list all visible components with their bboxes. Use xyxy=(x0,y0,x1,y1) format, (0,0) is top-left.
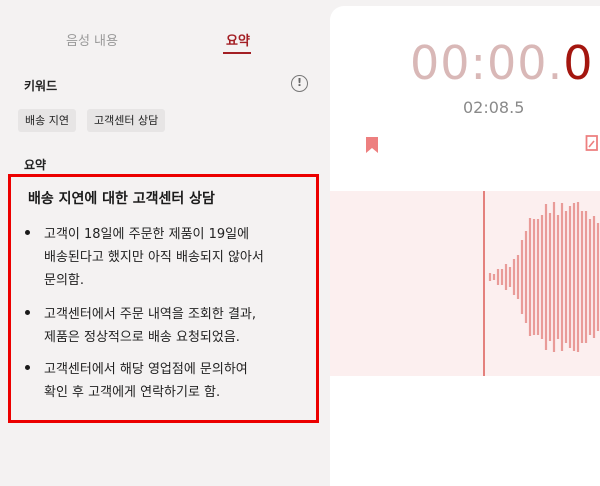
summary-highlight-box: 배송 지연에 대한 고객센터 상담 고객이 18일에 주문한 제품이 19일에 배… xyxy=(8,174,319,423)
tab-voice-content[interactable]: 음성 내용 xyxy=(66,30,118,49)
bullet-text-line: 제품은 정상적으로 배송 요청되었음. xyxy=(44,330,240,345)
bullet-text-line: 고객센터에서 주문 내역을 조회한 결과, xyxy=(44,307,257,322)
summary-label: 요약 xyxy=(24,158,47,172)
player-panel: 00:00.0 02:08.5 xyxy=(330,6,600,486)
bullet-text-line: 문의함. xyxy=(44,273,85,288)
keyword-chip[interactable]: 배송 지연 xyxy=(18,109,76,132)
waveform[interactable] xyxy=(330,191,600,376)
info-icon[interactable]: ! xyxy=(291,75,308,92)
bullet-dot xyxy=(25,230,30,235)
total-duration: 02:08.5 xyxy=(463,98,525,117)
summary-panel: 음성 내용 요약 키워드 ! 배송 지연 고객센터 상담 요약 배송 지연에 대… xyxy=(0,0,330,480)
bullet-dot xyxy=(25,310,30,315)
keyword-chip[interactable]: 고객센터 상담 xyxy=(87,109,166,132)
keywords-label: 키워드 xyxy=(24,79,58,93)
playback-timer: 00:00.0 xyxy=(410,36,593,90)
summary-bullet-list: 고객이 18일에 주문한 제품이 19일에배송된다고 했지만 아직 배송되지 않… xyxy=(11,177,316,420)
timer-elapsed-faded: 00:00. xyxy=(410,36,564,90)
tab-summary[interactable]: 요약 xyxy=(226,30,250,49)
waveform-area[interactable] xyxy=(330,191,600,376)
bullet-dot xyxy=(25,365,30,370)
active-tab-indicator xyxy=(223,52,251,54)
bullet-text-line: 고객이 18일에 주문한 제품이 19일에 xyxy=(44,227,250,242)
bookmark-icon[interactable] xyxy=(365,136,379,154)
bullet-text-line: 확인 후 고객에게 연락하기로 함. xyxy=(44,385,221,400)
partial-icon[interactable] xyxy=(585,134,599,152)
timer-elapsed-active: 0 xyxy=(563,36,594,90)
bullet-text-line: 고객센터에서 해당 영업점에 문의하여 xyxy=(44,362,248,377)
bullet-text-line: 배송된다고 했지만 아직 배송되지 않아서 xyxy=(44,250,264,265)
